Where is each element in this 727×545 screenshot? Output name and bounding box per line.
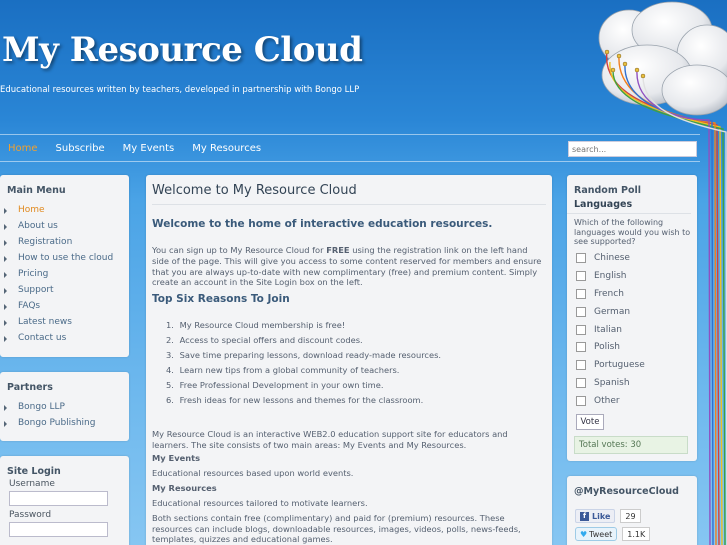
site-title[interactable]: My Resource Cloud — [2, 30, 363, 70]
social-title: @MyResourceCloud — [574, 486, 679, 497]
nav-home[interactable]: Home — [8, 143, 38, 154]
username-field[interactable] — [9, 491, 108, 506]
nav-my-resources[interactable]: My Resources — [192, 143, 261, 154]
vote-button[interactable]: Vote — [576, 413, 604, 430]
poll-option-polish[interactable]: Polish — [567, 338, 697, 356]
partners-title: Partners — [7, 382, 53, 393]
menu-item-contact-us[interactable]: Contact us — [0, 330, 129, 346]
poll-question: Which of the following languages would y… — [574, 218, 691, 246]
events-heading: My Events — [152, 452, 201, 463]
poll-option-german[interactable]: German — [567, 303, 697, 321]
menu-item-registration[interactable]: Registration — [0, 234, 129, 250]
tweet-count: 1.1K — [622, 527, 651, 541]
poll-option-french[interactable]: French — [567, 285, 697, 303]
both-sections-paragraph: Both sections contain free (complimentar… — [152, 512, 521, 545]
checkbox[interactable] — [576, 377, 586, 388]
reasons-list: 1. My Resource Cloud membership is free!… — [146, 305, 552, 408]
site-login-title: Site Login — [7, 466, 61, 477]
nav-subscribe[interactable]: Subscribe — [56, 143, 105, 154]
list-item: 4. Learn new tips from a global communit… — [166, 365, 400, 376]
checkbox[interactable] — [576, 395, 586, 406]
poll-option-english[interactable]: English — [567, 267, 697, 285]
social-panel: @MyResourceCloud f Like 29 ♥ Tweet 1.1K — [567, 476, 697, 545]
resources-text: Educational resources tailored to motiva… — [152, 497, 368, 508]
password-field[interactable] — [9, 522, 108, 537]
reasons-heading: Top Six Reasons To Join — [152, 293, 290, 306]
poll-option-spanish[interactable]: Spanish — [567, 374, 697, 392]
main-menu-panel: Main Menu Home About us Registration How… — [0, 175, 129, 357]
username-label: Username — [9, 479, 55, 489]
random-poll-panel: Random Poll Languages Which of the follo… — [567, 175, 697, 461]
checkbox[interactable] — [576, 360, 586, 371]
partner-bongo-llp[interactable]: Bongo LLP — [0, 399, 129, 415]
page-title: Welcome to My Resource Cloud — [152, 183, 357, 198]
menu-item-how-to-use[interactable]: How to use the cloud — [0, 250, 129, 266]
facebook-like-button[interactable]: f Like — [575, 509, 616, 523]
poll-option-chinese[interactable]: Chinese — [567, 250, 697, 268]
poll-option-portuguese[interactable]: Portuguese — [567, 356, 697, 374]
list-item: 3. Save time preparing lessons, download… — [166, 350, 442, 361]
resources-heading: My Resources — [152, 482, 217, 493]
poll-option-other[interactable]: Other — [567, 392, 697, 410]
partners-panel: Partners Bongo LLP Bongo Publishing — [0, 372, 129, 441]
intro-paragraph: You can sign up to My Resource Cloud for… — [152, 245, 542, 288]
checkbox[interactable] — [576, 306, 586, 317]
menu-item-faqs[interactable]: FAQs — [0, 298, 129, 314]
checkbox[interactable] — [576, 288, 586, 299]
password-label: Password — [9, 510, 52, 520]
tweet-button[interactable]: ♥ Tweet — [575, 527, 618, 541]
site-login-panel: Site Login Username Password — [0, 456, 129, 545]
list-item: 2. Access to special offers and discount… — [166, 335, 363, 346]
facebook-icon: f — [580, 511, 589, 521]
poll-subtitle: Languages — [567, 199, 691, 214]
about-paragraph: My Resource Cloud is an interactive WEB2… — [152, 429, 508, 450]
like-count: 29 — [620, 509, 641, 523]
top-navigation: Home Subscribe My Events My Resources — [0, 134, 700, 162]
poll-option-italian[interactable]: Italian — [567, 321, 697, 339]
events-text: Educational resources based upon world e… — [152, 467, 354, 478]
total-votes: Total votes: 30 — [574, 435, 688, 454]
partner-bongo-publishing[interactable]: Bongo Publishing — [0, 415, 129, 431]
list-item: 6. Fresh ideas for new lessons and theme… — [166, 395, 424, 406]
checkbox[interactable] — [576, 342, 586, 353]
main-content-panel: Welcome to My Resource Cloud Welcome to … — [146, 175, 552, 545]
list-item: 1. My Resource Cloud membership is free! — [166, 320, 346, 331]
menu-item-latest-news[interactable]: Latest news — [0, 314, 129, 330]
list-item: 5. Free Professional Development in your… — [166, 380, 384, 391]
main-menu-title: Main Menu — [7, 185, 66, 196]
menu-item-support[interactable]: Support — [0, 282, 129, 298]
checkbox[interactable] — [576, 253, 586, 264]
nav-my-events[interactable]: My Events — [123, 143, 175, 154]
search-input[interactable] — [568, 141, 697, 157]
twitter-bird-icon: ♥ — [580, 529, 588, 539]
checkbox[interactable] — [576, 324, 586, 335]
poll-title: Random Poll — [574, 185, 642, 196]
menu-item-about-us[interactable]: About us — [0, 218, 129, 234]
welcome-heading: Welcome to the home of interactive educa… — [152, 218, 493, 230]
site-tagline: Educational resources written by teacher… — [0, 85, 360, 95]
menu-item-home[interactable]: Home — [0, 202, 129, 218]
checkbox[interactable] — [576, 271, 586, 282]
menu-item-pricing[interactable]: Pricing — [0, 266, 129, 282]
